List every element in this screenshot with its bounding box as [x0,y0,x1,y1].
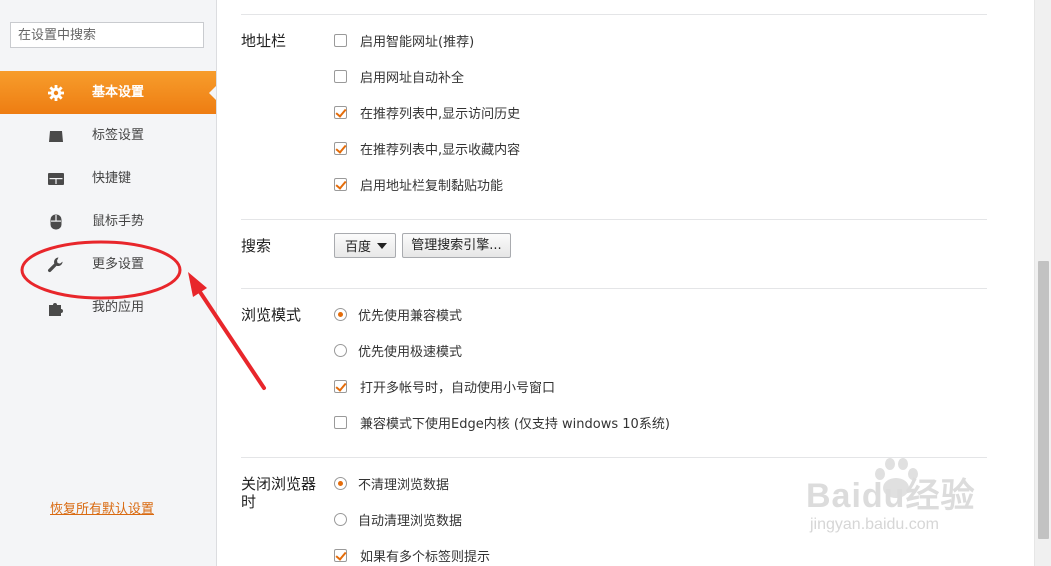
select-value: 百度 [345,240,372,255]
nav-label: 更多设置 [92,257,145,272]
address-bar-title: 地址栏 [241,32,287,50]
option-multi-account[interactable]: 打开多帐号时，自动使用小号窗口 [334,376,555,396]
option-show-favorites[interactable]: 在推荐列表中,显示收藏内容 [334,138,520,158]
radio-button[interactable] [334,476,347,490]
nav-item-basic-settings[interactable]: 基本设置 [0,71,216,114]
radio-keep-data[interactable]: 不清理浏览数据 [334,473,449,493]
option-multi-tab-prompt[interactable]: 如果有多个标签则提示 [334,545,490,565]
caret-down-icon [377,243,387,249]
option-url-autocomplete[interactable]: 启用网址自动补全 [334,66,464,86]
radio-speed-mode[interactable]: 优先使用极速模式 [334,340,462,360]
divider [241,219,987,220]
settings-search-input[interactable] [10,22,204,48]
nav-label: 基本设置 [92,85,145,100]
watermark: Baidu经验 jingyan.baidu.com [806,452,1006,542]
nav-item-shortcuts[interactable]: 快捷键 [0,157,216,200]
option-label: 兼容模式下使用Edge内核 (仅支持 windows 10系统) [360,416,670,432]
checkbox[interactable] [334,379,347,393]
checkbox[interactable] [334,415,347,429]
option-copy-paste[interactable]: 启用地址栏复制黏贴功能 [334,174,503,194]
nav-item-mouse-gestures[interactable]: 鼠标手势 [0,200,216,243]
radio-clear-data[interactable]: 自动清理浏览数据 [334,509,462,529]
puzzle-icon [49,303,63,316]
browse-mode-title: 浏览模式 [241,306,302,324]
search-title: 搜索 [241,237,272,255]
option-label: 在推荐列表中,显示收藏内容 [360,142,521,158]
option-edge-core[interactable]: 兼容模式下使用Edge内核 (仅支持 windows 10系统) [334,412,670,432]
restore-defaults-link[interactable]: 恢复所有默认设置 [50,498,154,517]
option-label: 如果有多个标签则提示 [360,549,491,565]
option-label: 启用智能网址(推荐) [360,34,475,50]
checkbox[interactable] [334,548,347,562]
checkbox[interactable] [334,105,347,119]
on-close-title: 关闭浏览器时 [241,475,317,511]
option-smart-url[interactable]: 启用智能网址(推荐) [334,30,474,50]
nav-label: 标签设置 [92,128,145,143]
checkbox[interactable] [334,141,347,155]
option-label: 启用网址自动补全 [360,70,465,86]
mouse-icon [50,214,62,230]
watermark-brand: Baidu经验 [806,477,976,515]
scrollbar-thumb[interactable] [1038,261,1049,539]
tab-icon [49,131,63,142]
option-label: 优先使用兼容模式 [358,308,463,324]
nav-item-tab-settings[interactable]: 标签设置 [0,114,216,157]
checkbox[interactable] [334,177,347,191]
settings-sidebar: 基本设置 标签设置 快捷键 鼠标手势 [0,0,217,566]
checkbox[interactable] [334,69,347,83]
vertical-scrollbar[interactable] [1034,0,1051,566]
option-label: 不清理浏览数据 [358,477,450,493]
radio-button[interactable] [334,343,347,357]
option-label: 在推荐列表中,显示访问历史 [360,106,521,122]
option-label: 优先使用极速模式 [358,344,463,360]
nav-label: 快捷键 [92,171,132,186]
nav-item-my-apps[interactable]: 我的应用 [0,286,216,329]
settings-nav: 基本设置 标签设置 快捷键 鼠标手势 更多设置 我的应用 [0,71,216,329]
option-label: 启用地址栏复制黏贴功能 [360,178,504,194]
search-engine-select[interactable]: 百度 [334,233,396,258]
nav-label: 我的应用 [92,300,145,315]
radio-compat-mode[interactable]: 优先使用兼容模式 [334,304,462,324]
watermark-domain: jingyan.baidu.com [810,516,939,533]
divider [241,14,987,15]
option-label: 打开多帐号时，自动使用小号窗口 [360,380,556,396]
option-label: 自动清理浏览数据 [358,513,463,529]
radio-button[interactable] [334,307,347,321]
divider [241,288,987,289]
radio-button[interactable] [334,512,347,526]
manage-search-engines-button[interactable]: 管理搜索引擎... [402,233,511,258]
keyboard-icon [48,173,64,185]
nav-label: 鼠标手势 [92,214,145,229]
wrench-icon [48,257,63,273]
nav-item-more-settings[interactable]: 更多设置 [0,243,216,286]
gear-icon [48,85,64,101]
option-show-history[interactable]: 在推荐列表中,显示访问历史 [334,102,520,122]
checkbox[interactable] [334,33,347,47]
